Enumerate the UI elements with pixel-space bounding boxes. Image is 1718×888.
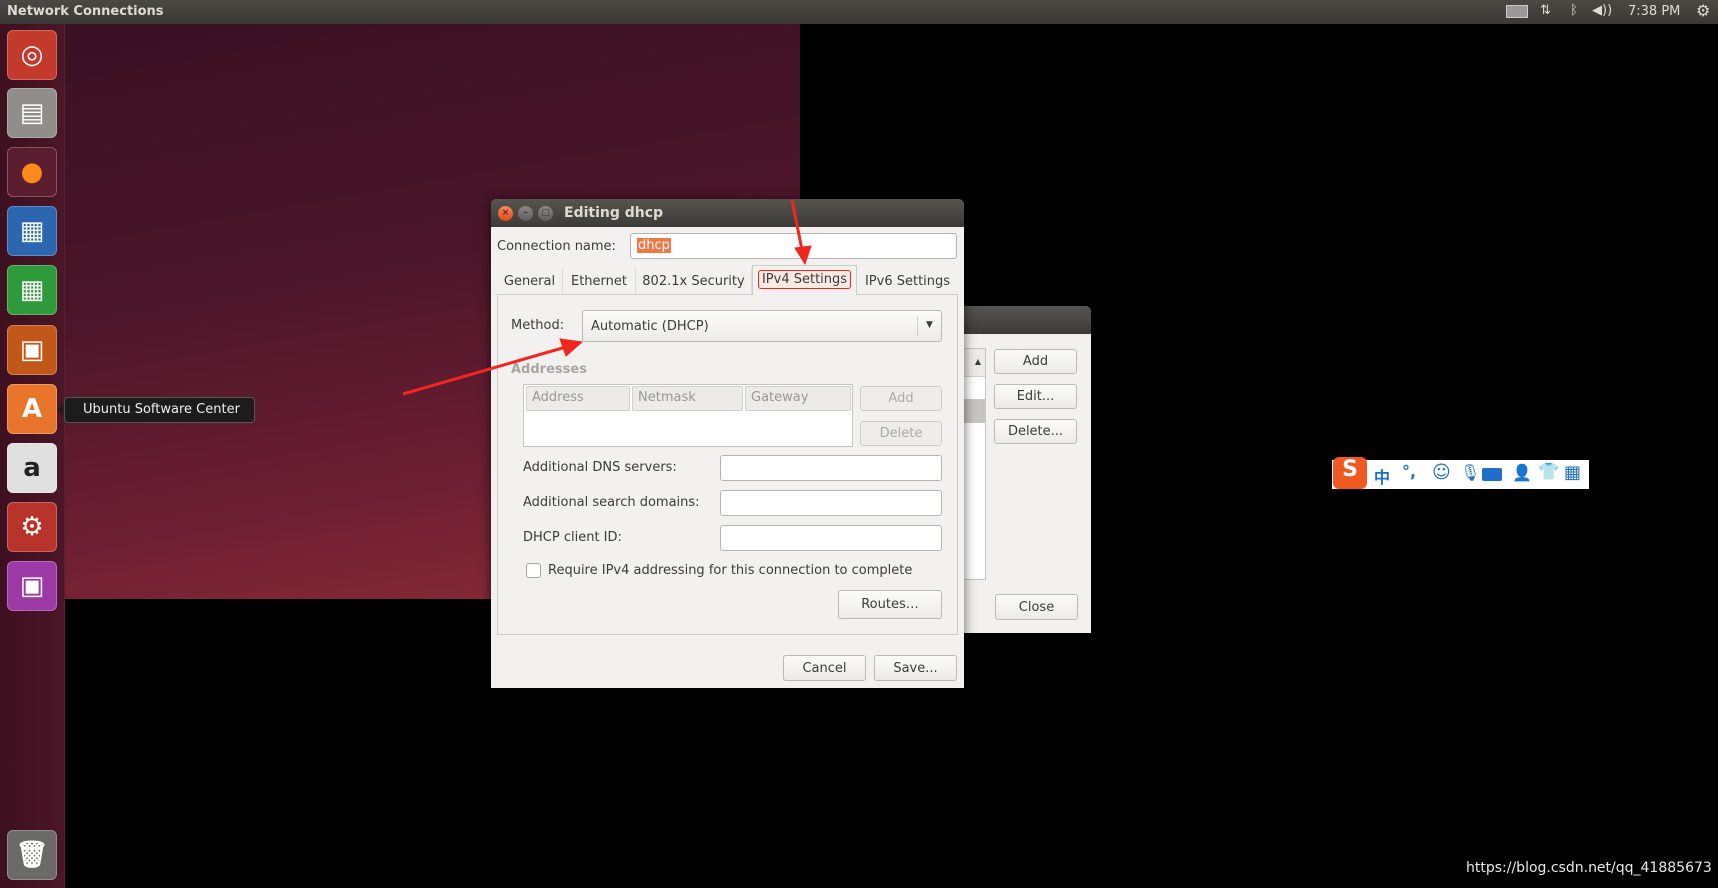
watermark: https://blog.csdn.net/qq_41885673	[1466, 860, 1712, 876]
arrow-to-ipv4-tab	[790, 199, 804, 251]
arrow-head-ipv4	[794, 245, 812, 266]
arrow-head-method	[559, 338, 584, 357]
annotation-arrows	[402, 199, 812, 396]
arrow-to-method	[402, 345, 567, 396]
